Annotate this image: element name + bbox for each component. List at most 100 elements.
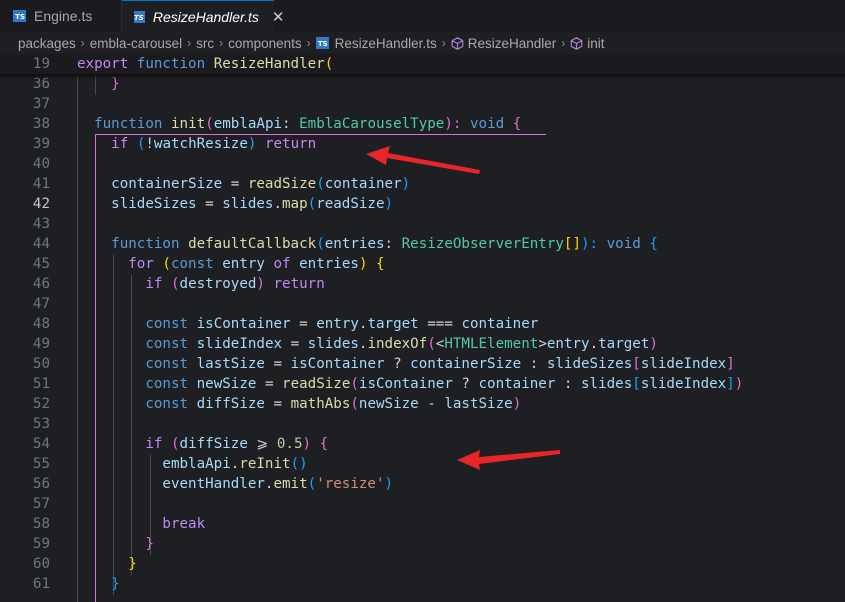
code-line[interactable]: 52 const diffSize = mathAbs(newSize - la… (0, 394, 845, 414)
breadcrumb-item-symbol-resizehandler[interactable]: ResizeHandler (468, 36, 557, 51)
line-number: 49 (32, 336, 50, 352)
code-line[interactable]: 56 eventHandler.emit('resize') (0, 474, 845, 494)
tab-resizehandler-ts[interactable]: TS ResizeHandler.ts ✕ (122, 0, 285, 32)
code-token: ) (302, 436, 312, 452)
code-line[interactable]: 61 } (0, 574, 845, 594)
code-token: function (111, 236, 180, 252)
code-line[interactable]: 59 } (0, 534, 845, 554)
code-line[interactable]: 45 for (const entry of entries) { (0, 254, 845, 274)
code-text: for (const entry of entries) { (77, 254, 384, 274)
breadcrumb-item-symbol-init[interactable]: init (587, 36, 604, 51)
line-number: 44 (32, 236, 50, 252)
code-line[interactable]: 42 slideSizes = slides.map(readSize) (0, 194, 845, 214)
code-line[interactable]: 47 (0, 294, 845, 314)
code-text: function init(emblaApi: EmblaCarouselTyp… (77, 114, 521, 134)
line-number: 42 (32, 196, 50, 212)
code-token: = (222, 176, 248, 192)
code-line[interactable]: 53 (0, 414, 845, 434)
code-token: target (598, 336, 650, 352)
code-token: } (145, 536, 154, 552)
code-token: mathAbs (290, 396, 351, 412)
code-token: slideSizes (546, 356, 633, 372)
tab-engine-ts[interactable]: TS Engine.ts (0, 0, 122, 32)
code-token: diffSize (196, 396, 265, 412)
line-number: 58 (32, 516, 50, 532)
code-line[interactable]: 38 function init(emblaApi: EmblaCarousel… (0, 114, 845, 134)
chevron-right-icon: › (187, 36, 192, 50)
code-line[interactable]: 43 (0, 214, 845, 234)
breadcrumb-item-embla-carousel[interactable]: embla-carousel (90, 36, 182, 51)
code-token: ) (512, 396, 522, 412)
code-line[interactable]: 60 } (0, 554, 845, 574)
code-token: init (170, 116, 206, 132)
code-token: ( (427, 336, 436, 352)
code-token: const (145, 356, 189, 372)
line-number: 41 (32, 176, 50, 192)
typescript-icon: TS (134, 10, 145, 23)
line-number: 40 (32, 156, 50, 172)
breadcrumb-item-components[interactable]: components (228, 36, 302, 51)
code-text: if (diffSize ⩾ 0.5) { (77, 434, 328, 454)
code-token: emblaApi (213, 116, 283, 132)
code-token: containerSize (111, 176, 223, 192)
close-icon[interactable]: ✕ (272, 8, 285, 26)
breadcrumb-item-file[interactable]: ResizeHandler.ts (335, 36, 437, 51)
code-token: ! (145, 136, 154, 152)
code-token: if (111, 136, 129, 152)
code-line[interactable]: 51 const newSize = readSize(isContainer … (0, 374, 845, 394)
code-text: const newSize = readSize(isContainer ? c… (77, 374, 743, 394)
code-token: entries (324, 236, 385, 252)
code-line[interactable]: 19 export function ResizeHandler( (0, 54, 845, 74)
code-text: const lastSize = isContainer ? container… (77, 354, 734, 374)
breadcrumb-item-packages[interactable]: packages (18, 36, 76, 51)
line-number: 39 (32, 136, 50, 152)
code-editor[interactable]: 19 export function ResizeHandler(36 } 37 38… (0, 54, 845, 602)
breadcrumb: packages › embla-carousel › src › compon… (0, 32, 845, 54)
code-token: === (427, 316, 453, 332)
code-line[interactable]: 55 emblaApi.reInit() (0, 454, 845, 474)
code-line[interactable]: 58 break (0, 514, 845, 534)
code-token: = (264, 396, 291, 412)
code-line[interactable]: 44 function defaultCallback(entries: Res… (0, 234, 845, 254)
chevron-right-icon: › (561, 36, 566, 50)
code-line[interactable]: 48 const isContainer = entry.target === … (0, 314, 845, 334)
code-token: destroyed (179, 276, 257, 292)
code-text: eventHandler.emit('resize') (77, 474, 393, 494)
code-token: 'resize' (316, 476, 385, 492)
code-token: = (290, 316, 317, 332)
breadcrumb-item-src[interactable]: src (196, 36, 214, 51)
tab-label: ResizeHandler.ts (152, 8, 259, 25)
code-token: lastSize (444, 396, 513, 412)
code-line[interactable]: 49 const slideIndex = slides.indexOf(<HT… (0, 334, 845, 354)
code-line[interactable]: 37 (0, 94, 845, 114)
code-line[interactable]: 54 if (diffSize ⩾ 0.5) { (0, 434, 845, 454)
code-token: readSize (282, 376, 351, 392)
code-token: const (145, 396, 189, 412)
line-number: 52 (32, 396, 50, 412)
code-text: } (77, 534, 154, 554)
line-number: 55 (32, 456, 50, 472)
code-token: newSize (358, 396, 419, 412)
code-token: [ (632, 376, 641, 392)
code-token: slides (307, 336, 359, 352)
code-token: readSize (247, 176, 317, 192)
symbol-method-icon (451, 36, 464, 50)
code-line[interactable]: 57 (0, 494, 845, 514)
code-token: : (521, 356, 547, 372)
code-line[interactable]: 50 const lastSize = isContainer ? contai… (0, 354, 845, 374)
code-line[interactable]: 46 if (destroyed) return (0, 274, 845, 294)
code-token: slideSizes (111, 196, 197, 212)
code-token: if (145, 276, 163, 292)
code-token: ( (205, 116, 214, 132)
code-token: ? (384, 356, 411, 372)
line-number: 48 (32, 316, 50, 332)
